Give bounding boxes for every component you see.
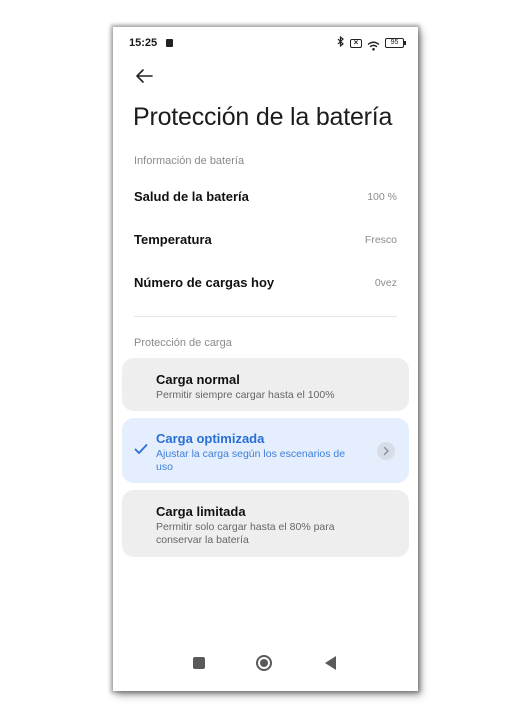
charge-option-title: Carga normal	[156, 372, 240, 387]
charges-today-label: Número de cargas hoy	[134, 275, 275, 290]
battery-health-row: Salud de la batería 100 %	[134, 189, 397, 211]
page-title: Protección de la batería	[133, 103, 393, 131]
checkmark-icon	[134, 442, 148, 454]
navigation-bar	[113, 643, 418, 691]
battery-health-value: 100 %	[367, 191, 397, 203]
charges-today-value: 0vez	[374, 277, 397, 289]
nav-back-button[interactable]	[325, 656, 336, 670]
charge-option-title: Carga optimizada	[156, 431, 265, 446]
chevron-right-icon[interactable]	[377, 442, 395, 460]
battery-icon: 95	[385, 38, 406, 48]
charge-option-description: Ajustar la carga según los escenarios de…	[156, 448, 346, 473]
wifi-icon	[367, 38, 380, 51]
no-sim-icon: ×	[350, 38, 362, 48]
charge-option-title: Carga limitada	[156, 504, 246, 519]
charge-option-optimized[interactable]: Carga optimizada Ajustar la carga según …	[122, 418, 409, 483]
bluetooth-icon	[337, 35, 345, 50]
status-time: 15:25	[129, 37, 158, 49]
charges-today-row: Número de cargas hoy 0vez	[134, 275, 397, 297]
back-arrow-icon[interactable]	[133, 65, 155, 87]
charge-protection-section-label: Protección de carga	[134, 337, 232, 349]
temperature-value: Fresco	[364, 234, 397, 246]
charge-option-limited[interactable]: Carga limitada Permitir solo cargar hast…	[122, 490, 409, 557]
battery-health-label: Salud de la batería	[134, 189, 249, 204]
status-bar: 15:25 × 95	[113, 27, 418, 59]
phone-screen: 15:25 × 95 Protección de la batería Info…	[113, 27, 418, 691]
battery-info-section-label: Información de batería	[134, 155, 245, 167]
recent-apps-button[interactable]	[193, 657, 205, 669]
charge-option-normal[interactable]: Carga normal Permitir siempre cargar has…	[122, 358, 409, 411]
charge-option-description: Permitir siempre cargar hasta el 100%	[156, 389, 335, 401]
status-icons: × 95	[337, 35, 406, 51]
temperature-label: Temperatura	[134, 232, 212, 247]
home-button[interactable]	[256, 655, 272, 671]
sim-card-icon	[166, 39, 173, 47]
section-divider	[134, 316, 397, 317]
temperature-row: Temperatura Fresco	[134, 232, 397, 254]
charge-option-description: Permitir solo cargar hasta el 80% para c…	[156, 521, 335, 546]
